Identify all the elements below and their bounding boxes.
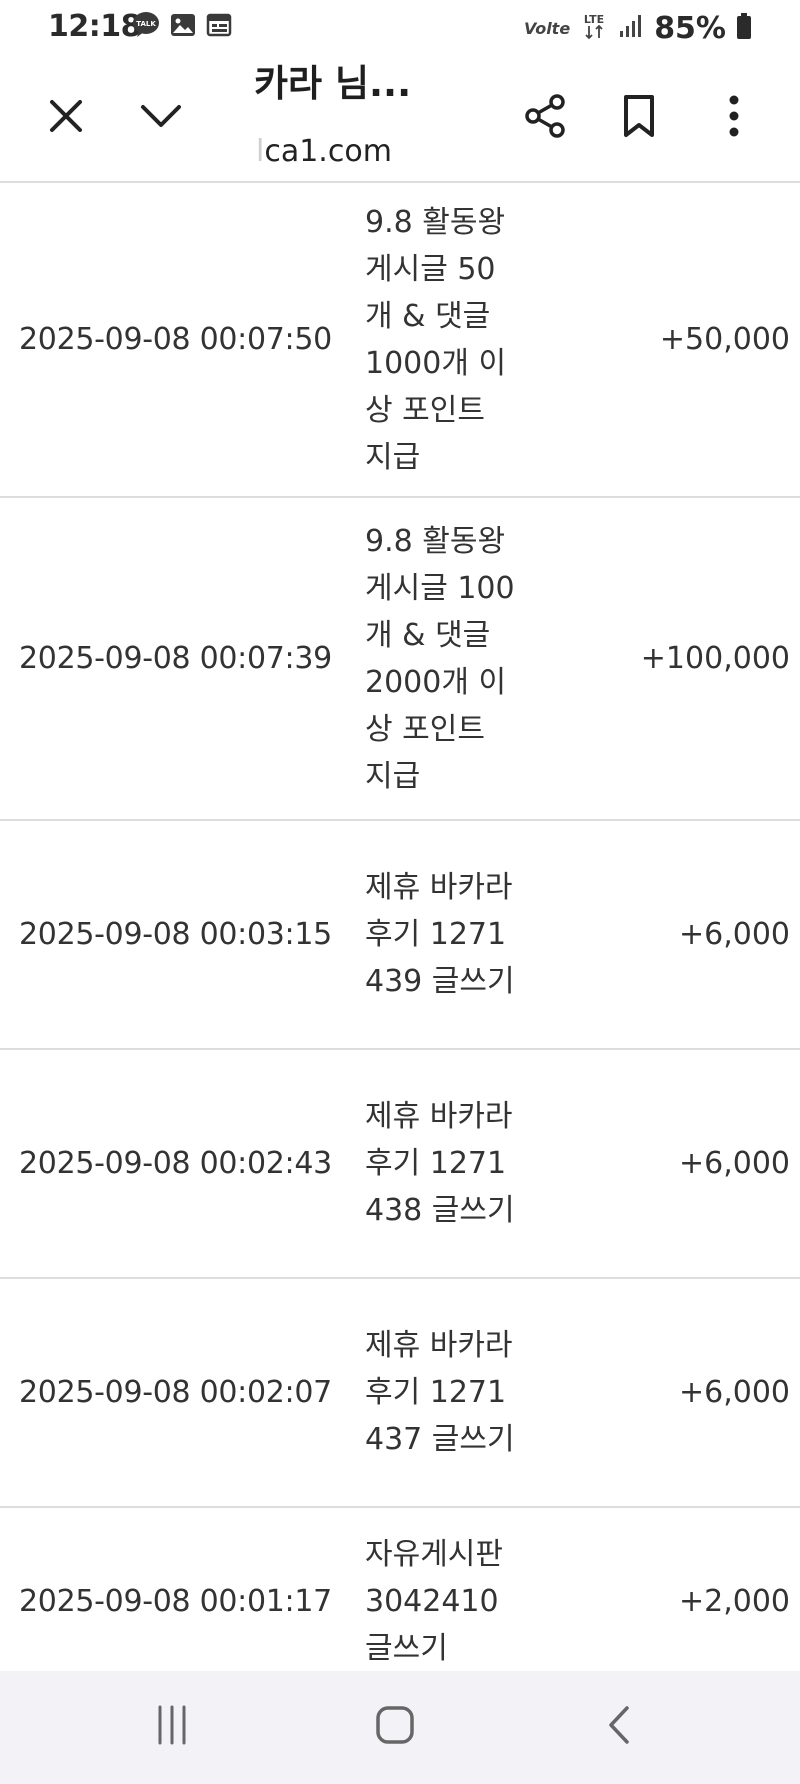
svg-text:TALK: TALK: [136, 20, 156, 28]
back-icon: [599, 1705, 639, 1749]
url-domain: ca1.com: [264, 134, 392, 169]
share-icon: [522, 93, 568, 143]
battery-percent: 85%: [654, 10, 726, 46]
row-date: 2025-09-08 00:03:15: [19, 917, 332, 952]
bookmark-button[interactable]: [609, 88, 669, 148]
row-description: 자유게시판 3042410 글쓰기: [365, 1537, 503, 1666]
table-row: 2025-09-08 00:07:50 9.8 활동왕 게시글 50개 & 댓글…: [0, 183, 800, 498]
row-description: 9.8 활동왕 게시글 100개 & 댓글 2000개 이상 포인트 지급: [365, 523, 515, 794]
page-title: 카라 님...: [254, 62, 412, 105]
row-points: +100,000: [640, 641, 790, 676]
more-options-button[interactable]: [704, 88, 764, 148]
svg-text:LTE: LTE: [584, 13, 604, 26]
share-button[interactable]: [515, 88, 575, 148]
table-row: 2025-09-08 00:02:07 제휴 바카라후기 1271437 글쓰기…: [0, 1279, 800, 1508]
close-icon: [46, 96, 86, 140]
row-description: 9.8 활동왕 게시글 50개 & 댓글 1000개 이상 포인트 지급: [365, 204, 507, 475]
calendar-icon: [205, 11, 233, 43]
more-vert-icon: [724, 93, 744, 143]
point-history-table[interactable]: 2025-09-08 00:07:50 9.8 활동왕 게시글 50개 & 댓글…: [0, 183, 800, 1671]
volte-indicator: Volte: [523, 18, 571, 38]
gallery-icon: [169, 11, 197, 43]
row-description: 제휴 바카라후기 1271439 글쓰기: [365, 870, 515, 999]
table-row: 2025-09-08 00:07:39 9.8 활동왕 게시글 100개 & 댓…: [0, 498, 800, 821]
row-points: +50,000: [659, 322, 790, 357]
table-row: 2025-09-08 00:02:43 제휴 바카라후기 1271438 글쓰기…: [0, 1050, 800, 1279]
row-points: +6,000: [678, 1146, 790, 1181]
notification-icons: TALK: [131, 12, 233, 42]
chevron-down-icon: [139, 96, 183, 140]
row-description: 제휴 바카라후기 1271438 글쓰기: [365, 1099, 515, 1228]
kakaotalk-icon: TALK: [131, 10, 161, 44]
close-button[interactable]: [36, 88, 96, 148]
row-date: 2025-09-08 00:02:07: [19, 1375, 332, 1410]
back-button[interactable]: [584, 1695, 654, 1759]
row-date: 2025-09-08 00:07:39: [19, 641, 332, 676]
battery-icon: [736, 12, 752, 44]
browser-toolbar: 카라 님... lca1.com: [0, 56, 800, 183]
row-description: 제휴 바카라후기 1271437 글쓰기: [365, 1328, 515, 1457]
table-row: 2025-09-08 00:01:17 자유게시판 3042410 글쓰기 +2…: [0, 1508, 800, 1671]
row-points: +6,000: [678, 917, 790, 952]
recent-apps-button[interactable]: [137, 1695, 207, 1759]
row-date: 2025-09-08 00:07:50: [19, 322, 332, 357]
navigation-bar: [0, 1671, 800, 1784]
home-button[interactable]: [360, 1695, 430, 1759]
row-date: 2025-09-08 00:01:17: [19, 1584, 332, 1619]
status-bar: 12:18 TALK Volte LTE 85%: [0, 0, 800, 56]
signal-icon: [618, 13, 644, 43]
recent-apps-icon: [152, 1705, 192, 1749]
lte-icon: LTE: [580, 11, 608, 45]
minimize-button[interactable]: [131, 88, 191, 148]
row-points: +6,000: [678, 1375, 790, 1410]
home-icon: [375, 1705, 415, 1749]
row-date: 2025-09-08 00:02:43: [19, 1146, 332, 1181]
page-url[interactable]: lca1.com: [256, 132, 456, 172]
browser-screen: 12:18 TALK Volte LTE 85% 카라 님... lca1.co…: [0, 0, 800, 1784]
bookmark-icon: [619, 93, 659, 143]
system-status-icons: Volte LTE 85%: [524, 8, 752, 48]
table-row: 2025-09-08 00:03:15 제휴 바카라후기 1271439 글쓰기…: [0, 821, 800, 1050]
status-time: 12:18: [48, 9, 142, 44]
row-points: +2,000: [678, 1584, 790, 1619]
